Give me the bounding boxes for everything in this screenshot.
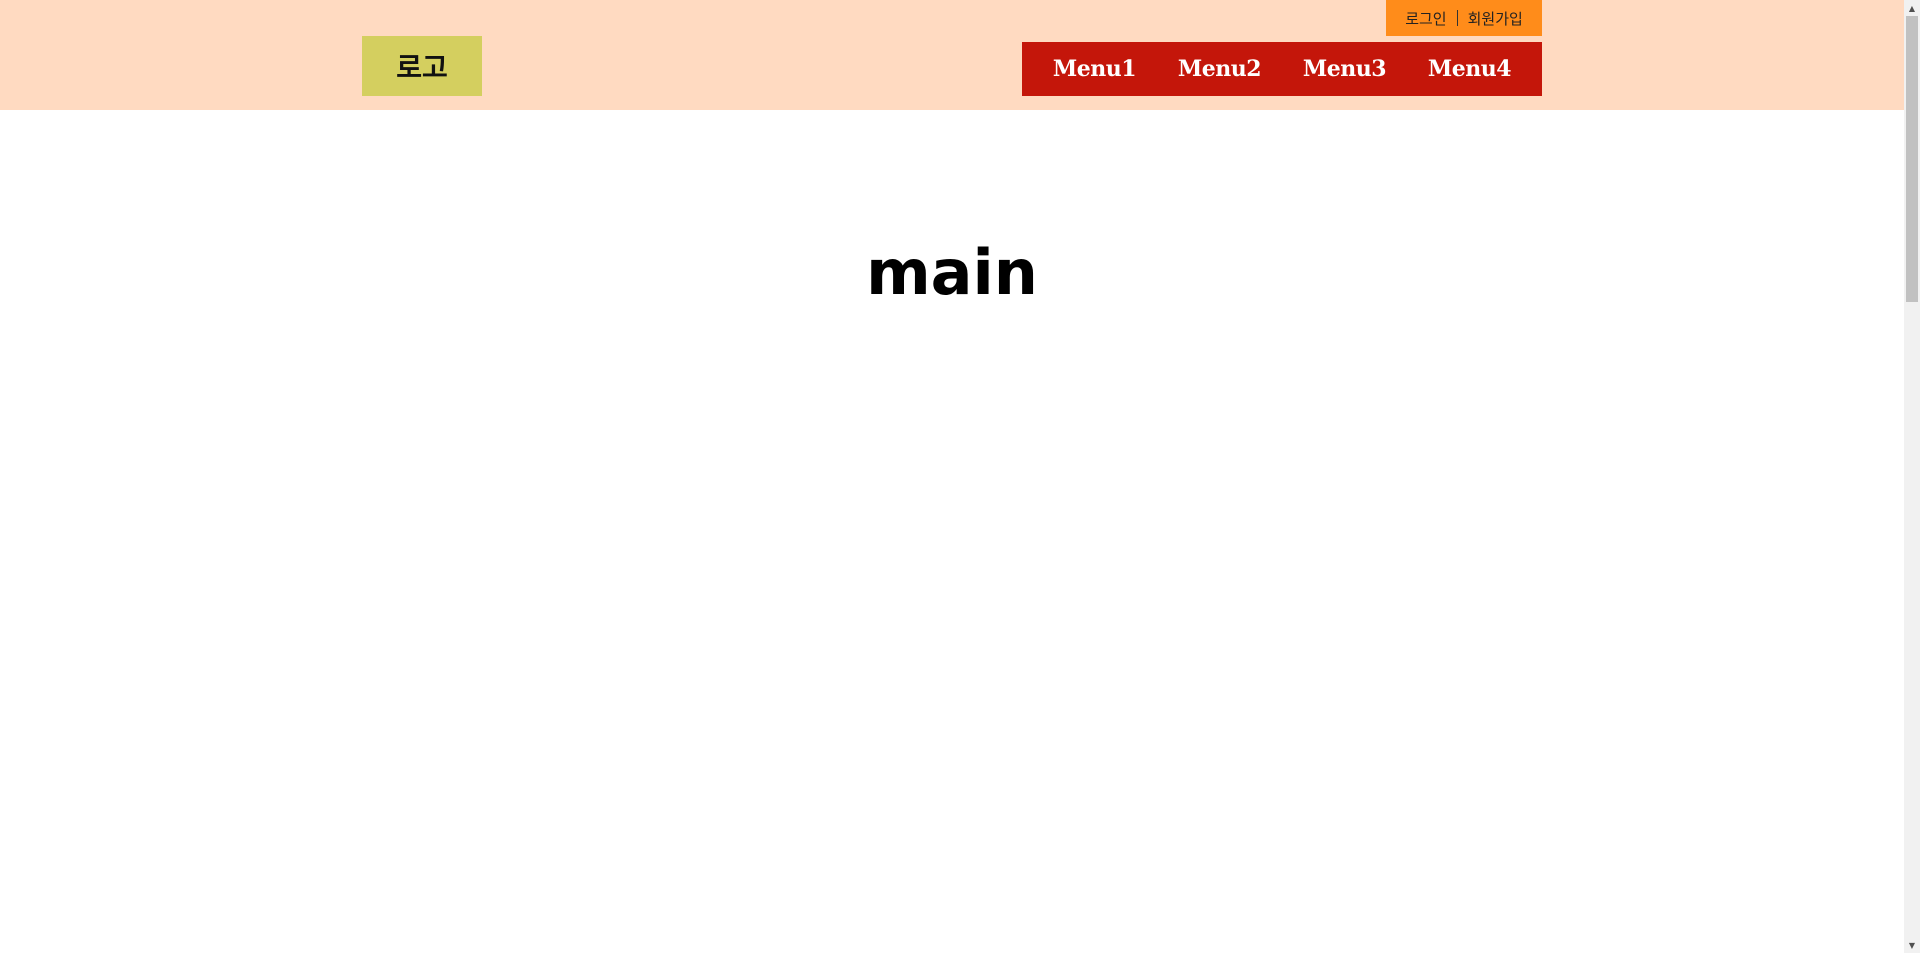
menu-item-4[interactable]: Menu4 <box>1428 56 1512 82</box>
signup-link[interactable]: 회원가입 <box>1468 8 1523 29</box>
menu-item-1[interactable]: Menu1 <box>1053 56 1137 82</box>
login-link[interactable]: 로그인 <box>1405 8 1446 29</box>
logo[interactable]: 로고 <box>362 36 482 96</box>
menu-item-3[interactable]: Menu3 <box>1303 56 1387 82</box>
scroll-down-arrow-icon[interactable]: ▼ <box>1904 937 1920 953</box>
main-heading: main <box>866 235 1038 309</box>
scroll-thumb[interactable] <box>1906 16 1918 302</box>
util-bar: 로그인 회원가입 <box>1386 0 1542 36</box>
page: 로그인 회원가입 로고 Menu1 Menu2 Menu3 Menu4 main… <box>0 0 1920 953</box>
util-divider <box>1456 10 1458 26</box>
scroll-up-arrow-icon[interactable]: ▲ <box>1904 0 1920 16</box>
site-header: 로그인 회원가입 로고 Menu1 Menu2 Menu3 Menu4 <box>0 0 1904 110</box>
menu-item-2[interactable]: Menu2 <box>1178 56 1262 82</box>
main-nav: Menu1 Menu2 Menu3 Menu4 <box>1022 42 1542 96</box>
vertical-scrollbar[interactable]: ▲ ▼ <box>1904 0 1920 953</box>
